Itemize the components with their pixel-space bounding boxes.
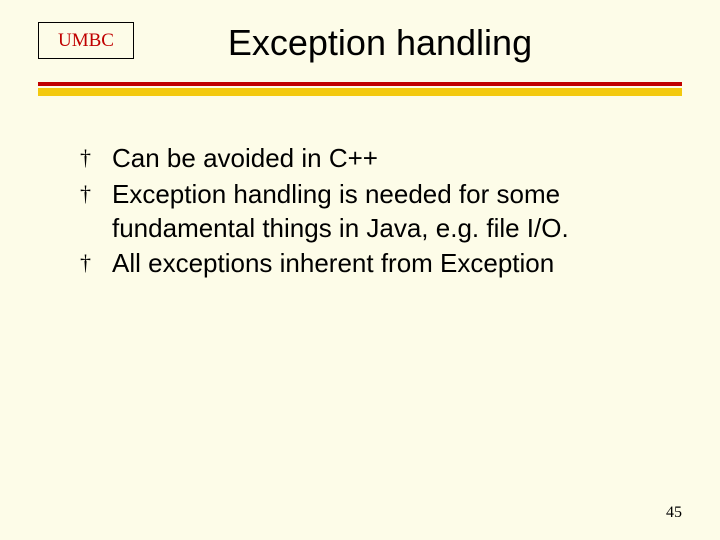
divider-red (38, 82, 682, 86)
logo-box: UMBC (38, 22, 134, 59)
dagger-icon: † (80, 249, 91, 278)
list-item: † All exceptions inherent from Exception (80, 247, 640, 281)
dagger-icon: † (80, 144, 91, 173)
bullet-text: Exception handling is needed for some fu… (112, 179, 569, 243)
divider (38, 82, 682, 96)
dagger-icon: † (80, 180, 91, 209)
page-number: 45 (666, 504, 682, 522)
list-item: † Can be avoided in C++ (80, 142, 640, 176)
logo-text: UMBC (58, 30, 114, 52)
bullet-text: Can be avoided in C++ (112, 143, 378, 173)
list-item: † Exception handling is needed for some … (80, 178, 640, 246)
bullet-list: † Can be avoided in C++ † Exception hand… (80, 142, 640, 281)
slide-content: † Can be avoided in C++ † Exception hand… (80, 142, 640, 281)
divider-yellow (38, 88, 682, 96)
slide-header: UMBC Exception handling (0, 0, 720, 96)
bullet-text: All exceptions inherent from Exception (112, 248, 554, 278)
